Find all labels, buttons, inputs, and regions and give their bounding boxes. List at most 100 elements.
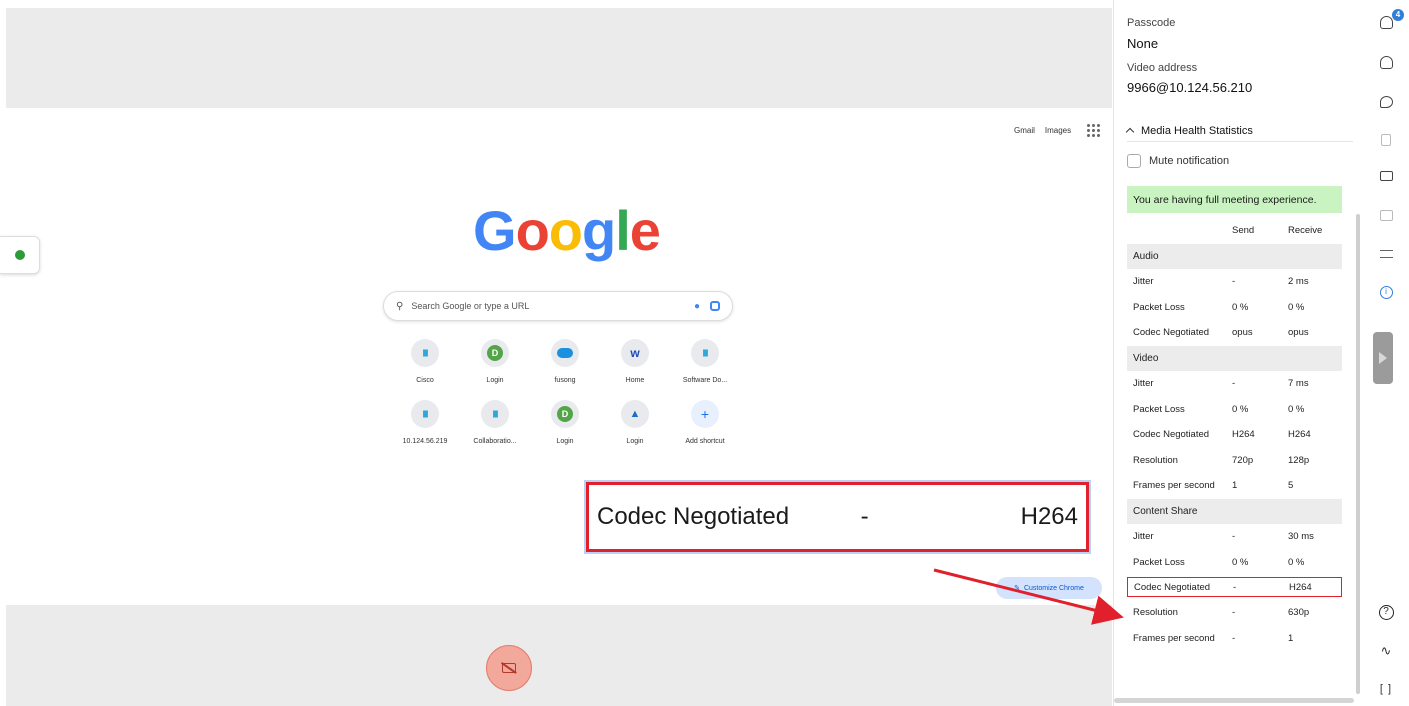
pencil-icon: ✎: [1014, 585, 1020, 592]
microphone-icon[interactable]: ●: [694, 301, 700, 312]
settings-icon: [1379, 250, 1393, 258]
shortcut-item[interactable]: D Login: [530, 400, 600, 445]
notes-icon: [1381, 134, 1391, 146]
row-receive: 2 ms: [1288, 276, 1309, 288]
workday-icon: w: [621, 339, 649, 367]
add-shortcut-button[interactable]: + Add shortcut: [670, 400, 740, 445]
shortcut-item[interactable]: w Home: [600, 339, 670, 384]
row-receive: 1: [1288, 632, 1294, 644]
customize-label: Customize Chrome: [1023, 584, 1084, 592]
row-key: Codec Negotiated: [1134, 581, 1211, 593]
row-send: 0 %: [1232, 301, 1249, 313]
customize-chrome-button[interactable]: ✎ Customize Chrome: [996, 577, 1102, 599]
row-key: Packet Loss: [1133, 403, 1185, 415]
upload-icon: ▲: [621, 400, 649, 428]
highlighted-row: Codec Negotiated - H264: [1127, 577, 1342, 597]
row-send: 1: [1232, 480, 1238, 492]
mute-notification[interactable]: Mute notification: [1127, 154, 1229, 168]
table-row: Jitter - 30 ms: [1127, 524, 1342, 550]
chat-button[interactable]: [1376, 92, 1396, 112]
shortcut-item[interactable]: ||||| Cisco: [390, 339, 460, 384]
row-receive: 7 ms: [1288, 378, 1309, 390]
section-label: Content Share: [1133, 505, 1198, 517]
shortcut-label: Login: [626, 438, 644, 445]
row-send: 720p: [1232, 454, 1254, 466]
google-apps-icon[interactable]: [1087, 124, 1101, 137]
table-row: Codec Negotiated H264 H264: [1127, 422, 1342, 448]
shortcut-item[interactable]: ▲ Login: [600, 400, 670, 445]
media-health-header[interactable]: Media Health Statistics: [1125, 120, 1353, 142]
row-key: Packet Loss: [1133, 556, 1185, 568]
row-key: Resolution: [1133, 454, 1178, 466]
shortcut-item[interactable]: ||||| 10.124.56.219: [390, 400, 460, 445]
collapse-panel-button[interactable]: [1373, 332, 1393, 384]
experience-banner: You are having full meeting experience.: [1127, 186, 1342, 213]
caption-button[interactable]: [1376, 166, 1396, 186]
section-title: Media Health Statistics: [1141, 124, 1253, 137]
participants-button[interactable]: 4: [1376, 9, 1404, 32]
shortcut-item[interactable]: fusong: [530, 339, 600, 384]
status-dot-icon: [14, 250, 25, 260]
table-row: Frames per second - 1: [1127, 626, 1342, 652]
search-icon: ⚲: [396, 300, 404, 312]
logo-letter: g: [582, 199, 616, 262]
row-receive: 0 %: [1288, 403, 1305, 415]
stop-video-button[interactable]: [486, 645, 532, 691]
help-button[interactable]: ?: [1376, 602, 1396, 622]
google-top-links: Gmail Images: [1014, 124, 1101, 137]
health-icon: ∿: [1380, 643, 1392, 658]
row-send: -: [1232, 531, 1236, 543]
settings-button[interactable]: [1376, 244, 1396, 264]
shortcut-label: fusong: [554, 377, 576, 384]
video-off-icon: [502, 663, 516, 673]
row-key: Jitter: [1133, 378, 1154, 390]
whiteboard-icon: [1379, 209, 1393, 221]
shortcut-label: Collaboratio...: [473, 438, 517, 445]
info-button[interactable]: i: [1376, 282, 1396, 302]
col-send: Send: [1232, 225, 1255, 237]
mute-checkbox[interactable]: [1127, 154, 1141, 168]
google-lens-icon[interactable]: [710, 301, 720, 311]
health-button[interactable]: ∿: [1376, 641, 1396, 661]
table-row: Jitter - 7 ms: [1127, 371, 1342, 397]
help-icon: ?: [1378, 604, 1394, 620]
cisco-icon: |||||: [691, 339, 719, 367]
row-receive: H264: [1289, 581, 1312, 593]
row-receive: H264: [1288, 429, 1311, 441]
section-content-share: Content Share: [1127, 498, 1342, 524]
contact-button[interactable]: [1376, 52, 1396, 72]
share-status-tab[interactable]: [0, 236, 40, 274]
row-send: opus: [1232, 327, 1253, 339]
images-link[interactable]: Images: [1045, 126, 1071, 135]
table-row: Packet Loss 0 % 0 %: [1127, 397, 1342, 423]
section-label: Video: [1133, 352, 1159, 364]
row-key: Packet Loss: [1133, 301, 1185, 313]
row-receive: 0 %: [1288, 556, 1305, 568]
shortcut-label: Login: [556, 438, 574, 445]
cloud-icon: [551, 339, 579, 367]
mute-label: Mute notification: [1149, 155, 1230, 167]
table-row: Resolution - 630p: [1127, 600, 1342, 626]
panel-scrollbar[interactable]: [1356, 214, 1360, 694]
logo-letter: o: [515, 199, 550, 262]
table-row: Packet Loss 0 % 0 %: [1127, 550, 1342, 576]
notes-button[interactable]: [1376, 130, 1396, 150]
shortcut-item[interactable]: ||||| Collaboratio...: [460, 400, 530, 445]
fullscreen-button[interactable]: [ ]: [1376, 679, 1396, 699]
contact-icon: [1379, 55, 1393, 69]
shortcut-label: 10.124.56.219: [402, 438, 448, 445]
table-row: Resolution 720p 128p: [1127, 448, 1342, 474]
gmail-link[interactable]: Gmail: [1014, 126, 1035, 135]
whiteboard-button[interactable]: [1376, 205, 1396, 225]
panel-horizontal-scrollbar[interactable]: [1114, 698, 1354, 703]
table-row: Codec Negotiated opus opus: [1127, 320, 1342, 346]
logo-letter: e: [629, 199, 661, 262]
login-icon: D: [551, 400, 579, 428]
caption-icon: [1379, 171, 1393, 181]
google-search-input[interactable]: ⚲ Search Google or type a URL ●: [383, 291, 733, 321]
col-receive: Receive: [1288, 225, 1323, 237]
shortcut-item[interactable]: D Login: [460, 339, 530, 384]
shortcut-item[interactable]: ||||| Software Do...: [670, 339, 740, 384]
row-key: Jitter: [1133, 276, 1154, 288]
table-row: Frames per second 1 5: [1127, 473, 1342, 499]
